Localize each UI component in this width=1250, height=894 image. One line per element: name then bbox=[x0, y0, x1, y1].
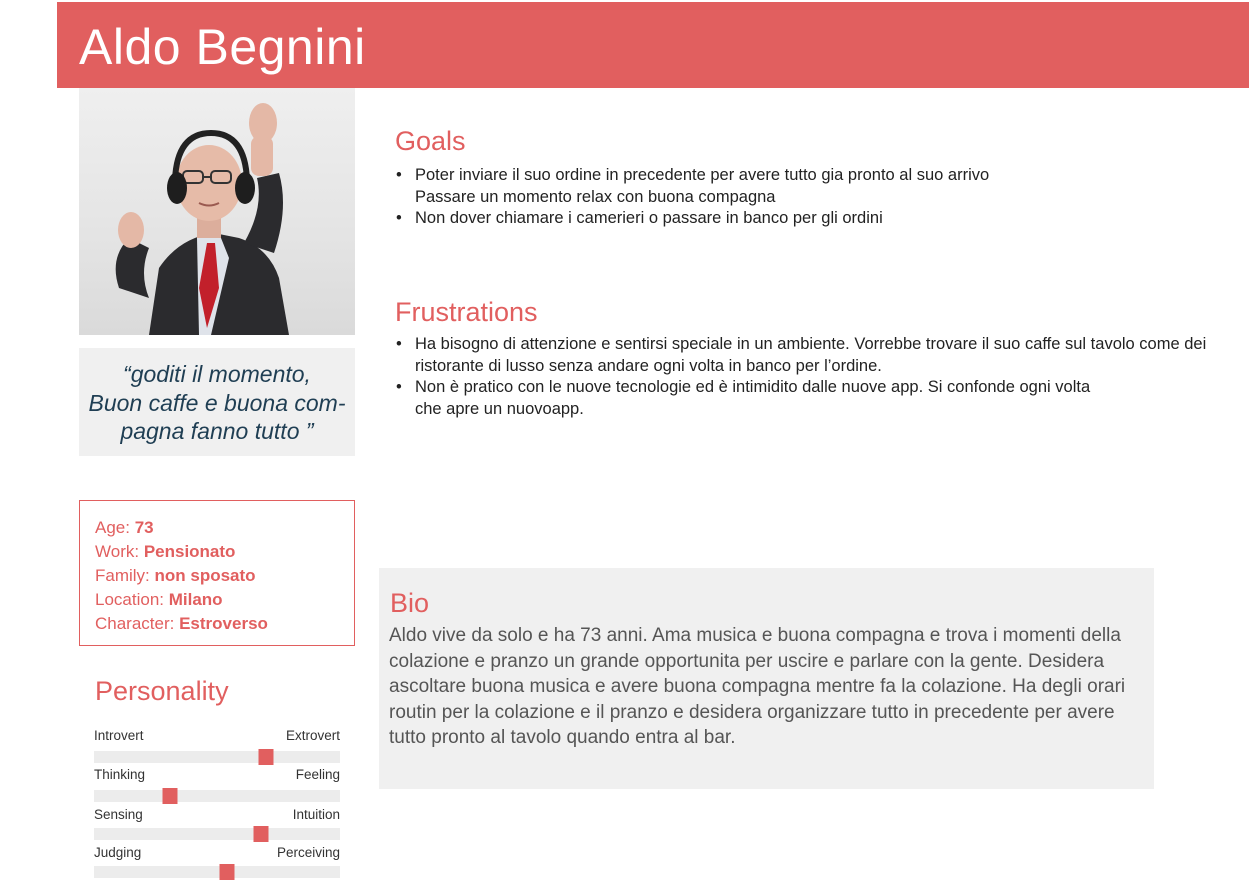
trait-right-label: Feeling bbox=[295, 767, 340, 782]
quote-text: “goditi il momento, Buon caffe e buona c… bbox=[79, 360, 355, 446]
info-location: Location: Milano bbox=[95, 590, 223, 610]
info-work-value: Pensionato bbox=[143, 542, 236, 561]
persona-name: Aldo Begnini bbox=[79, 19, 366, 75]
info-family-value: non sposato bbox=[154, 566, 256, 585]
trait-left-label: Judging bbox=[94, 845, 142, 860]
frustrations-title: Frustrations bbox=[395, 297, 538, 327]
info-age-label: Age: bbox=[95, 518, 135, 537]
goals-list: Poter inviare il suo ordine in precedent… bbox=[395, 165, 1195, 230]
trait-right-label: Extrovert bbox=[285, 728, 340, 743]
bio-panel: Bio Aldo vive da solo e ha 73 anni. Ama … bbox=[379, 568, 1154, 789]
trait-left-label: Sensing bbox=[94, 807, 143, 822]
info-age: Age: 73 bbox=[95, 518, 154, 538]
persona-photo bbox=[79, 88, 355, 335]
quote-line: Buon caffe e buona com- bbox=[88, 389, 346, 416]
info-character-label: Character: bbox=[95, 614, 180, 633]
goals-title: Goals bbox=[395, 126, 466, 156]
info-family-label: Family: bbox=[95, 566, 155, 585]
info-age-value: 73 bbox=[134, 518, 154, 537]
info-location-label: Location: bbox=[95, 590, 169, 609]
goal-item: Passare un momento relax con buona compa… bbox=[415, 187, 776, 206]
quote-line: “goditi il momento, bbox=[123, 361, 311, 387]
bio-title: Bio bbox=[390, 588, 430, 618]
trait-left-label: Thinking bbox=[94, 767, 146, 782]
info-character: Character: Estroverso bbox=[95, 614, 268, 634]
info-work-label: Work: bbox=[95, 542, 144, 561]
trait-right-label: Perceiving bbox=[276, 845, 340, 860]
goal-item: Poter inviare il suo ordine in precedent… bbox=[395, 165, 1195, 187]
frustration-item: Ha bisogno di attenzione e sentirsi spec… bbox=[395, 334, 1210, 377]
quote-line: pagna fanno tutto ” bbox=[120, 418, 314, 444]
trait-slider-knob bbox=[219, 864, 235, 880]
trait-slider-knob bbox=[253, 826, 269, 842]
info-character-value: Estroverso bbox=[179, 614, 268, 633]
personality-title: Personality bbox=[95, 676, 229, 706]
info-work: Work: Pensionato bbox=[95, 542, 235, 562]
trait-slider-track bbox=[94, 749, 340, 765]
info-location-value: Milano bbox=[168, 590, 223, 609]
trait-slider-track bbox=[94, 788, 340, 804]
persona-quote: “goditi il momento, Buon caffe e buona c… bbox=[79, 348, 355, 456]
bio-text: Aldo vive da solo e ha 73 anni. Ama musi… bbox=[389, 625, 1126, 748]
goal-item: Non dover chiamare i camerieri o passare… bbox=[395, 208, 1195, 230]
header-bar: Aldo Begnini bbox=[57, 2, 1249, 88]
trait-slider-track bbox=[94, 826, 340, 842]
persona-photo-illustration bbox=[115, 103, 289, 335]
info-family: Family: non sposato bbox=[95, 566, 256, 586]
frustration-item: Non è pratico con le nuove tecnologie ed… bbox=[395, 377, 1115, 420]
trait-left-label: Introvert bbox=[94, 728, 144, 743]
trait-right-label: Intuition bbox=[292, 807, 340, 822]
trait-slider-knob bbox=[258, 749, 274, 765]
persona-info-box: Age: 73 Work: Pensionato Family: non spo… bbox=[79, 500, 355, 646]
frustrations-list: Ha bisogno di attenzione e sentirsi spec… bbox=[395, 334, 1210, 420]
trait-slider-track bbox=[94, 864, 340, 880]
trait-slider-knob bbox=[162, 788, 178, 804]
